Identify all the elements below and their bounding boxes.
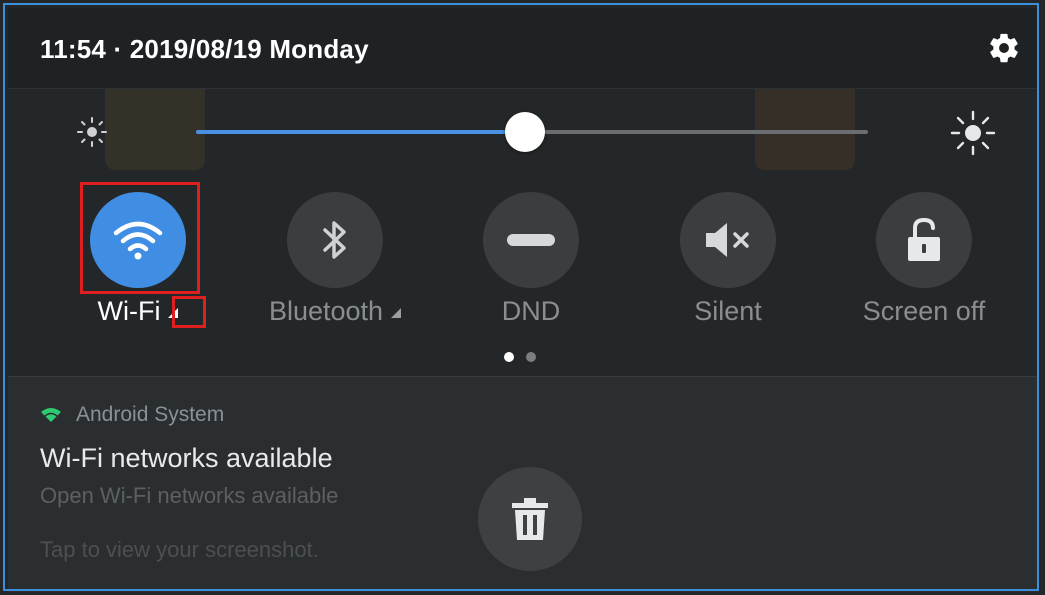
tile-dnd-label: DND xyxy=(501,296,561,326)
settings-button[interactable] xyxy=(982,26,1026,70)
date-time: 11:54 · 2019/08/19 Monday xyxy=(40,34,369,64)
tile-screen-off[interactable]: Screen off xyxy=(844,180,1004,340)
brightness-low-icon xyxy=(77,117,107,147)
tile-screen-off-label: Screen off xyxy=(862,296,986,326)
tile-wifi-label: Wi-Fi xyxy=(38,296,238,327)
brightness-slider[interactable] xyxy=(196,112,868,152)
bluetooth-expand-caret[interactable] xyxy=(391,308,402,318)
wifi-icon xyxy=(113,221,163,260)
wifi-notification-icon xyxy=(41,408,61,422)
tile-bluetooth-label: Bluetooth xyxy=(235,296,435,327)
screenshot-notice[interactable]: Tap to view your screenshot. xyxy=(40,537,319,563)
tile-silent[interactable]: Silent xyxy=(648,180,808,340)
quick-settings-panel: 11:54 · 2019/08/19 Monday Wi-Fi Bluetoot… xyxy=(0,0,1045,595)
page-indicator xyxy=(504,352,536,362)
notification-text: Open Wi-Fi networks available xyxy=(40,483,339,508)
notification-app-name: Android System xyxy=(76,403,225,426)
brightness-high-icon xyxy=(950,110,996,156)
dnd-toggle[interactable] xyxy=(483,192,579,288)
tile-silent-label: Silent xyxy=(694,296,762,326)
padlock-icon xyxy=(908,217,940,261)
bluetooth-toggle[interactable] xyxy=(287,192,383,288)
gear-icon xyxy=(990,33,1018,63)
brightness-slider-fill xyxy=(196,130,526,134)
silent-toggle[interactable] xyxy=(680,192,776,288)
notification-card[interactable]: Android System Wi-Fi networks available … xyxy=(8,376,1038,592)
bluetooth-icon xyxy=(323,221,346,259)
notification-title: Wi-Fi networks available xyxy=(40,443,333,473)
tile-dnd[interactable]: DND xyxy=(451,180,611,340)
brightness-row xyxy=(8,90,1038,175)
tile-bluetooth[interactable]: Bluetooth xyxy=(255,180,415,340)
clear-all-button[interactable] xyxy=(478,467,582,571)
status-bar: 11:54 · 2019/08/19 Monday xyxy=(8,8,1038,89)
page-dot[interactable] xyxy=(526,352,536,362)
page-dot-active[interactable] xyxy=(504,352,514,362)
wifi-toggle[interactable] xyxy=(90,192,186,288)
screen-off-button[interactable] xyxy=(876,192,972,288)
dnd-icon xyxy=(507,234,555,246)
notification-header: Android System xyxy=(40,403,224,427)
quick-tiles: Wi-Fi Bluetooth DND Silent Screen off xyxy=(8,180,1038,340)
brightness-slider-thumb[interactable] xyxy=(505,112,546,152)
wifi-expand-caret[interactable] xyxy=(168,308,179,318)
speaker-mute-icon xyxy=(706,223,749,257)
tile-wifi[interactable]: Wi-Fi xyxy=(58,180,218,340)
trash-icon xyxy=(512,498,548,540)
